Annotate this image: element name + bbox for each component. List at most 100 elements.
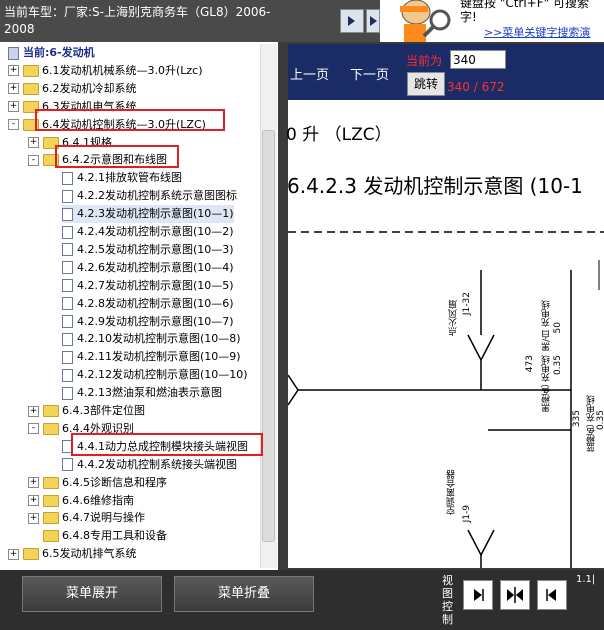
expand-icon[interactable]: + (28, 512, 39, 524)
expand-icon[interactable]: + (28, 405, 39, 417)
diagram-label-6: 黑橙色 充电线 (542, 355, 552, 412)
tree-item-label: 6.5发动机排气系统 (42, 547, 137, 561)
folder-icon (43, 494, 59, 507)
vehicle-line-2: 2008 (4, 22, 35, 36)
diagram-label-10: 0.35 (596, 410, 604, 431)
tree-item-doc[interactable]: 4.2.13燃油泵和燃油表示意图 (62, 384, 222, 402)
current-node-icon (8, 46, 19, 60)
connector-j1-9 (467, 529, 495, 557)
tree-item-folder[interactable]: +6.4.3部件定位图 (28, 402, 145, 420)
tree-item-label: 6.4.5诊断信息和程序 (62, 475, 167, 489)
expand-icon[interactable]: + (28, 137, 39, 148)
tree-item-folder[interactable]: +6.4.7说明与操作 (28, 509, 145, 527)
expand-icon[interactable]: + (8, 65, 19, 77)
next-page-link[interactable]: 下一页 (350, 64, 389, 83)
folder-icon (23, 82, 39, 95)
tree-item-doc[interactable]: 4.2.10发动机控制示意图(10—8) (62, 330, 241, 348)
tree-item-folder[interactable]: +6.4.5诊断信息和程序 (28, 474, 167, 492)
zoom-indicator: 1.1| (576, 574, 596, 585)
view-next-button[interactable] (463, 580, 493, 610)
tree-item-label: 4.2.9发动机控制示意图(10—7) (77, 314, 234, 328)
tree-item-doc[interactable]: 4.4.2发动机控制系统接头端视图 (62, 456, 237, 474)
tree-item-folder[interactable]: +6.1发动机机械系统—3.0升(Lzc) (8, 62, 203, 80)
view-prev-button[interactable] (537, 580, 567, 610)
tree-item-doc[interactable]: 4.2.7发动机控制示意图(10—5) (62, 277, 234, 295)
document-icon (62, 386, 73, 400)
document-icon (62, 368, 73, 382)
tree-item-doc[interactable]: 4.2.2发动机控制系统示意图图标 (62, 187, 237, 205)
tree-item-doc[interactable]: 4.2.3发动机控制示意图(10—1) (62, 205, 234, 224)
jump-button[interactable]: 跳转 (407, 72, 445, 96)
tree-item-doc[interactable]: 4.2.12发动机控制示意图(10—10) (62, 366, 248, 384)
tree-item-label: 4.2.3发动机控制示意图(10—1) (77, 207, 234, 221)
document-icon (62, 332, 73, 346)
diagram-label-3: 黑/白 充电线 (542, 300, 552, 351)
document-icon (62, 171, 73, 185)
tree-item-label: 6.4.3部件定位图 (62, 404, 145, 417)
split-icon (507, 587, 523, 603)
highlight-box-6-4-2 (55, 145, 179, 168)
collapse-icon[interactable]: - (28, 423, 39, 435)
tip-text-2: 字! (460, 10, 477, 24)
tree-item-label: 当前:6-发动机 (23, 46, 95, 59)
keyword-search-demo-link[interactable]: >>菜单关键字搜索演 (484, 24, 590, 40)
diagram-label-4: 50 (553, 322, 563, 334)
collapse-icon[interactable]: - (8, 119, 19, 131)
tree-item-doc[interactable]: 4.2.9发动机控制示意图(10—7) (62, 313, 234, 331)
tree-item-folder[interactable]: +6.2发动机冷却系统 (8, 80, 137, 98)
document-icon (62, 225, 73, 239)
play-left-icon (546, 589, 556, 601)
menu-expand-button[interactable]: 菜单展开 (22, 576, 162, 612)
tree-item-folder[interactable]: +6.4.6维修指南 (28, 492, 134, 510)
expand-icon[interactable]: + (28, 495, 39, 506)
tree-item-doc[interactable]: 4.2.11发动机控制示意图(10—9) (62, 348, 241, 366)
tree-item-folder[interactable]: +6.5发动机排气系统 (8, 545, 137, 563)
highlight-box-6-4 (35, 109, 225, 131)
nav-forward-button[interactable] (340, 9, 364, 33)
view-control-label: 视图控制 (442, 574, 453, 626)
tree-item-label: 4.2.8发动机控制示意图(10—6) (77, 296, 234, 310)
diagram-label-11: 空调离合器 (447, 470, 457, 515)
play-right-icon (474, 589, 484, 601)
menu-collapse-button[interactable]: 菜单折叠 (174, 576, 314, 612)
connector-left (288, 374, 299, 406)
view-split-button[interactable] (500, 580, 530, 610)
diagram-label-8: 335 (572, 410, 582, 428)
tree-item-label: 6.4.8专用工具和设备 (62, 529, 167, 543)
tree-item-label: 4.2.6发动机控制示意图(10—4) (77, 260, 234, 274)
folder-icon (43, 476, 59, 489)
tree-item-label: 6.4.6维修指南 (62, 493, 134, 507)
tree-item-folder[interactable]: 6.4.8专用工具和设备 (28, 527, 167, 545)
document-subtitle: 0 升 （LZC） (286, 125, 392, 145)
search-tip-box: 键盘按 "Ctrl+F" 可搜索 字! >>菜单关键字搜索演 (380, 0, 604, 42)
page-nav-bar (288, 44, 604, 100)
play-icon (370, 16, 377, 26)
expand-icon[interactable]: + (8, 83, 19, 95)
tree-item-label: 4.2.12发动机控制示意图(10—10) (77, 368, 248, 382)
tree-item-doc[interactable]: 4.2.6发动机控制示意图(10—4) (62, 259, 234, 277)
tree-item-label: 6.2发动机冷却系统 (42, 81, 137, 95)
tree-scrollbar-thumb[interactable] (262, 130, 275, 542)
nav-next-button[interactable] (366, 9, 380, 33)
document-icon (62, 243, 73, 257)
tree-item-label: 4.2.5发动机控制示意图(10—3) (77, 242, 234, 256)
tree-item-doc[interactable]: 4.2.8发动机控制示意图(10—6) (62, 295, 234, 313)
collapse-icon[interactable]: - (28, 154, 39, 166)
tree-current-node[interactable]: 当前:6-发动机 (8, 44, 95, 62)
tree-item-doc[interactable]: 4.2.5发动机控制示意图(10—3) (62, 241, 234, 259)
document-icon (62, 297, 73, 311)
current-page-label: 当前为 (406, 54, 443, 68)
folder-icon (23, 548, 39, 561)
expand-icon[interactable]: + (28, 477, 39, 489)
page-number-input[interactable] (450, 50, 506, 69)
tree-item-label: 4.2.11发动机控制示意图(10—9) (77, 350, 241, 364)
folder-icon (43, 530, 59, 543)
tip-text-1: 键盘按 "Ctrl+F" 可搜索 (460, 0, 589, 10)
tree-item-label: 6.1发动机机械系统—3.0升(Lzc) (42, 63, 203, 77)
tree-item-label: 6.4.7说明与操作 (62, 511, 145, 525)
prev-page-link[interactable]: 上一页 (290, 64, 329, 83)
expand-icon[interactable]: + (8, 101, 19, 113)
tree-item-doc[interactable]: 4.2.4发动机控制示意图(10—2) (62, 223, 234, 241)
tree-item-doc[interactable]: 4.2.1排放软管布线图 (62, 169, 182, 187)
expand-icon[interactable]: + (8, 548, 19, 560)
